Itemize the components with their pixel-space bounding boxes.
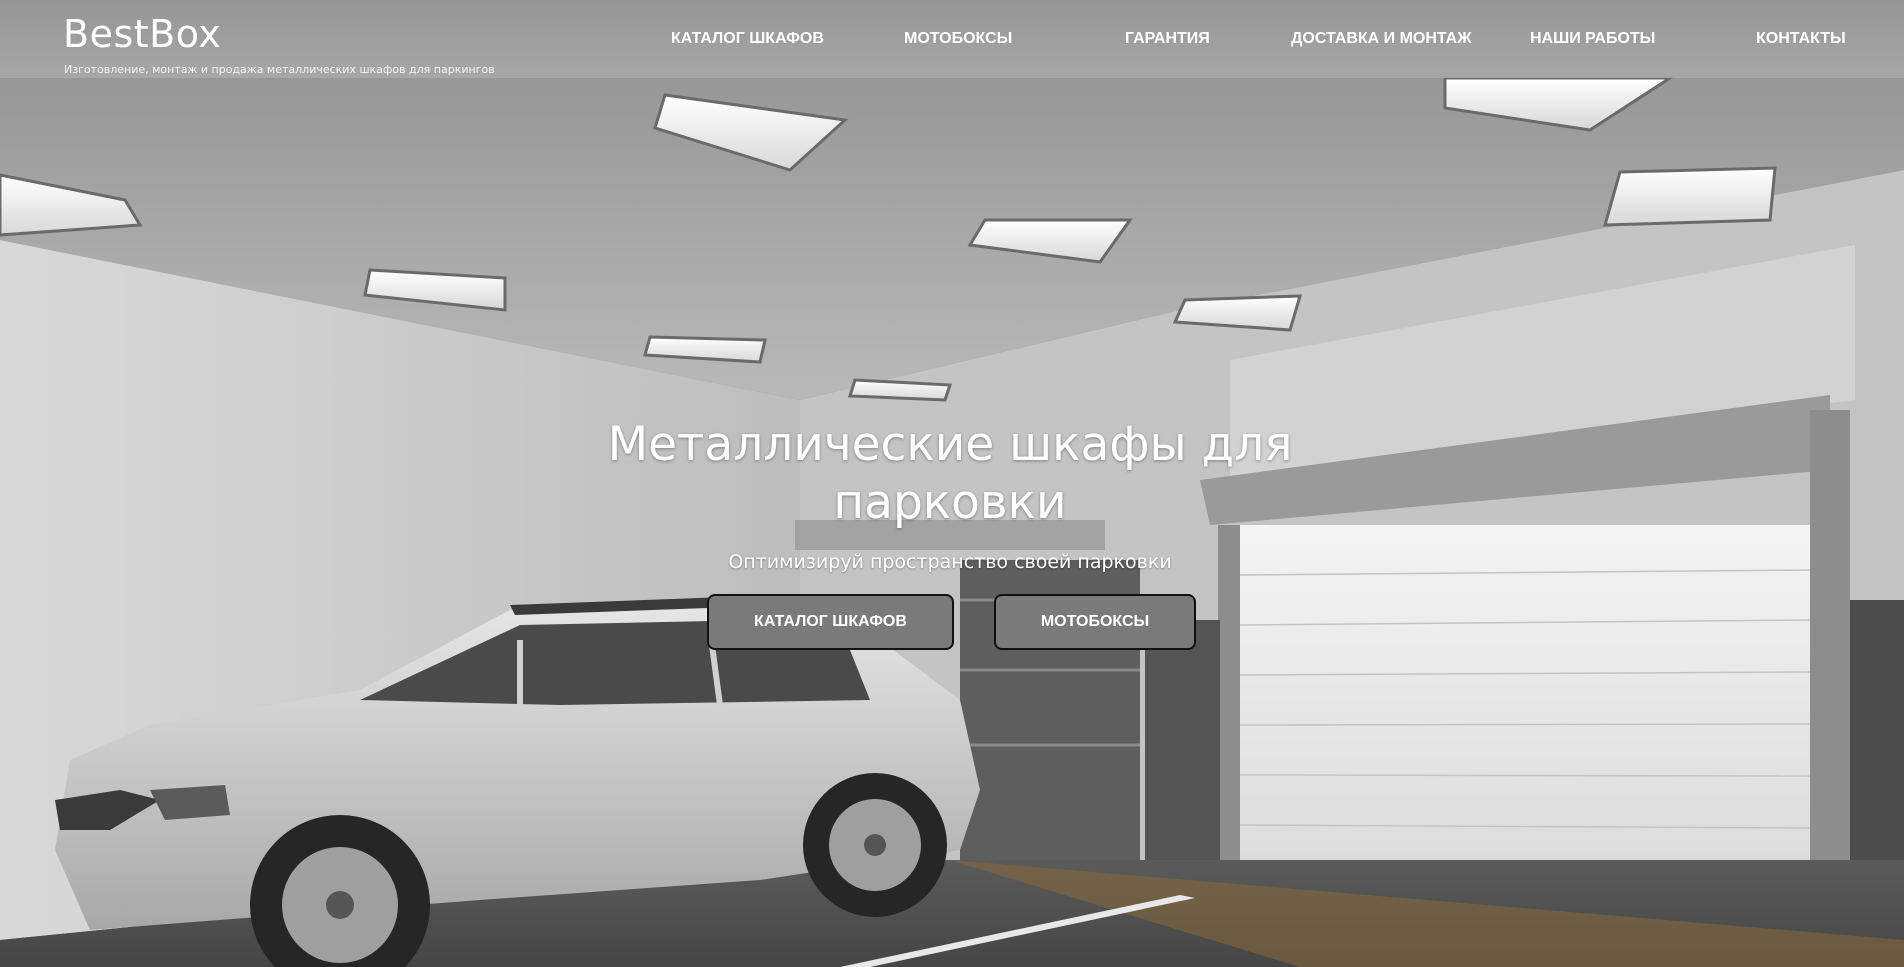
nav-item-warranty[interactable]: ГАРАНТИЯ bbox=[1125, 30, 1210, 48]
site-header: BestBox Изготовление, монтаж и продажа м… bbox=[0, 0, 1904, 78]
hero-title-line-2: парковки bbox=[833, 475, 1067, 530]
nav-item-delivery[interactable]: ДОСТАВКА И МОНТАЖ bbox=[1291, 30, 1472, 48]
main-nav: КАТАЛОГ ШКАФОВ МОТОБОКСЫ ГАРАНТИЯ ДОСТАВ… bbox=[0, 30, 1904, 54]
catalog-button[interactable]: КАТАЛОГ ШКАФОВ bbox=[707, 594, 954, 650]
hero-title: Металлические шкафы для парковки bbox=[560, 416, 1340, 532]
hero-title-line-1: Металлические шкафы для bbox=[607, 417, 1293, 472]
nav-item-contacts[interactable]: КОНТАКТЫ bbox=[1756, 30, 1846, 48]
nav-item-our-works[interactable]: НАШИ РАБОТЫ bbox=[1530, 30, 1655, 48]
nav-item-motoboxes[interactable]: МОТОБОКСЫ bbox=[904, 30, 1012, 48]
nav-item-catalog[interactable]: КАТАЛОГ ШКАФОВ bbox=[671, 30, 824, 48]
site-tagline: Изготовление, монтаж и продажа металличе… bbox=[64, 63, 495, 76]
motoboxes-button[interactable]: МОТОБОКСЫ bbox=[994, 594, 1196, 650]
hero-subtitle: Оптимизируй пространство своей парковки bbox=[728, 551, 1172, 573]
